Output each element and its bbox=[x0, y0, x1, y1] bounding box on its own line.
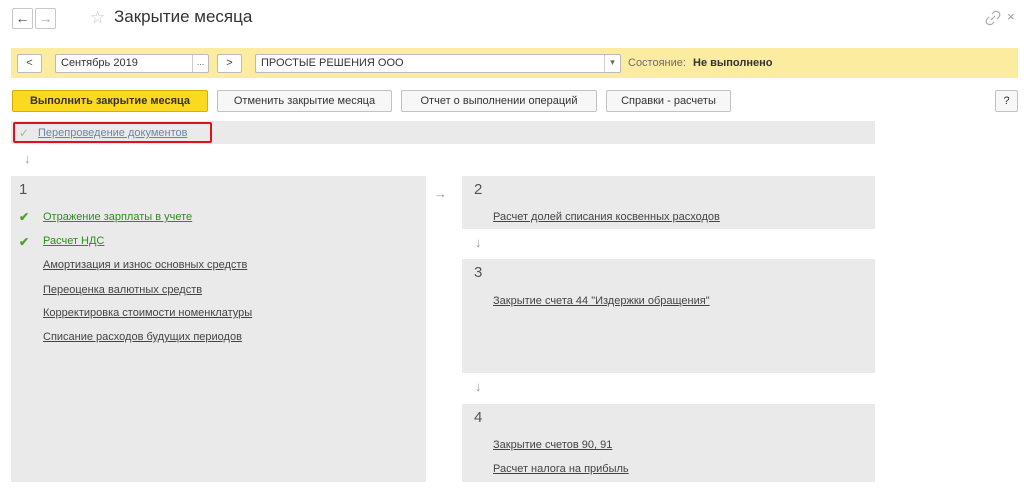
next-period-button[interactable]: > bbox=[217, 54, 242, 73]
back-button[interactable]: ← bbox=[12, 8, 33, 29]
step-1-number: 1 bbox=[19, 181, 28, 198]
forward-button[interactable]: → bbox=[35, 8, 56, 29]
op-deferred-expenses[interactable]: Списание расходов будущих периодов bbox=[43, 331, 242, 343]
step-2-number: 2 bbox=[474, 181, 483, 198]
step-3-panel bbox=[462, 259, 875, 373]
arrow-down-icon: ↓ bbox=[24, 151, 31, 166]
forward-arrow-icon: → bbox=[38, 10, 53, 26]
filter-bar: < Сентябрь 2019 ... > ПРОСТЫЕ РЕШЕНИЯ ОО… bbox=[11, 48, 1018, 78]
state-value: Не выполнено bbox=[693, 57, 773, 69]
op-close-accounts-90-91[interactable]: Закрытие счетов 90, 91 bbox=[493, 439, 612, 451]
check-icon: ✔ bbox=[19, 235, 30, 249]
op-profit-tax[interactable]: Расчет налога на прибыль bbox=[493, 463, 629, 475]
step-4-number: 4 bbox=[474, 409, 483, 426]
operations-report-button[interactable]: Отчет о выполнении операций bbox=[401, 90, 597, 112]
op-indirect-costs[interactable]: Расчет долей списания косвенных расходов bbox=[493, 211, 720, 223]
favorite-star-icon[interactable]: ☆ bbox=[90, 8, 105, 28]
link-icon[interactable] bbox=[985, 10, 1001, 26]
back-arrow-icon: ← bbox=[15, 10, 30, 26]
chevron-down-icon[interactable]: ▾ bbox=[604, 55, 620, 72]
op-close-account-44[interactable]: Закрытие счета 44 "Издержки обращения" bbox=[493, 295, 710, 307]
op-cost-adjustment[interactable]: Корректировка стоимости номенклатуры bbox=[43, 307, 252, 319]
organization-value: ПРОСТЫЕ РЕШЕНИЯ ООО bbox=[261, 57, 404, 69]
op-currency-revaluation[interactable]: Переоценка валютных средств bbox=[43, 284, 202, 296]
page-title: Закрытие месяца bbox=[114, 7, 253, 26]
op-depreciation[interactable]: Амортизация и износ основных средств bbox=[43, 259, 247, 271]
op-salary[interactable]: Отражение зарплаты в учете bbox=[43, 211, 192, 223]
period-value: Сентябрь 2019 bbox=[61, 57, 138, 69]
step-3-number: 3 bbox=[474, 264, 483, 281]
calculations-button[interactable]: Справки - расчеты bbox=[606, 90, 731, 112]
organization-field[interactable]: ПРОСТЫЕ РЕШЕНИЯ ООО ▾ bbox=[255, 54, 621, 73]
period-picker-button[interactable]: ... bbox=[192, 55, 208, 72]
cancel-closing-button[interactable]: Отменить закрытие месяца bbox=[217, 90, 392, 112]
repost-documents-link[interactable]: Перепроведение документов bbox=[38, 127, 187, 139]
close-icon[interactable]: × bbox=[1007, 9, 1015, 24]
arrow-right-icon: → bbox=[434, 186, 447, 201]
help-button[interactable]: ? bbox=[995, 90, 1018, 112]
state-label: Состояние: bbox=[628, 57, 686, 69]
arrow-down-icon: ↓ bbox=[475, 379, 482, 394]
prev-period-button[interactable]: < bbox=[17, 54, 42, 73]
period-field[interactable]: Сентябрь 2019 ... bbox=[55, 54, 209, 73]
execute-closing-button[interactable]: Выполнить закрытие месяца bbox=[12, 90, 208, 112]
arrow-down-icon: ↓ bbox=[475, 235, 482, 250]
op-vat[interactable]: Расчет НДС bbox=[43, 235, 104, 247]
check-icon: ✓ bbox=[19, 126, 30, 140]
check-icon: ✔ bbox=[19, 210, 30, 224]
